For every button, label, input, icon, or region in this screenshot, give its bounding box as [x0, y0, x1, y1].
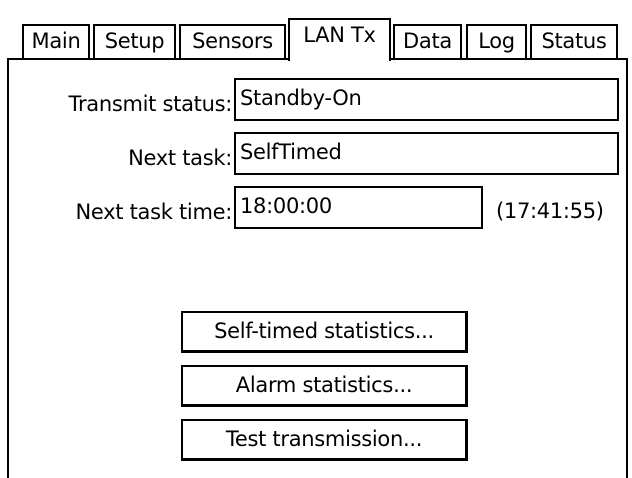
tab-sensors[interactable]: Sensors — [179, 24, 286, 58]
tab-data[interactable]: Data — [393, 24, 462, 58]
alarm-statistics-button[interactable]: Alarm statistics... — [181, 365, 468, 407]
current-time-readout: (17:41:55) — [496, 199, 604, 223]
self-timed-statistics-button[interactable]: Self-timed statistics... — [181, 311, 468, 353]
test-transmission-button[interactable]: Test transmission... — [181, 419, 468, 461]
next-task-time-field[interactable]: 18:00:00 — [234, 186, 483, 229]
tab-panel-top-border-right — [389, 58, 628, 60]
transmit-status-label: Transmit status: — [68, 92, 233, 116]
panel-right-border — [626, 58, 628, 478]
tab-setup[interactable]: Setup — [93, 24, 176, 58]
tab-status[interactable]: Status — [530, 24, 618, 58]
tab-main[interactable]: Main — [22, 24, 90, 58]
tab-lan-tx[interactable]: LAN Tx — [288, 18, 391, 61]
transmit-status-field[interactable]: Standby-On — [234, 78, 619, 121]
tab-log[interactable]: Log — [466, 24, 527, 58]
panel-left-border — [7, 58, 9, 478]
next-task-label: Next task: — [128, 146, 232, 170]
next-task-time-label: Next task time: — [75, 200, 233, 224]
tab-panel-top-border-left — [7, 58, 290, 60]
next-task-field[interactable]: SelfTimed — [234, 132, 619, 175]
